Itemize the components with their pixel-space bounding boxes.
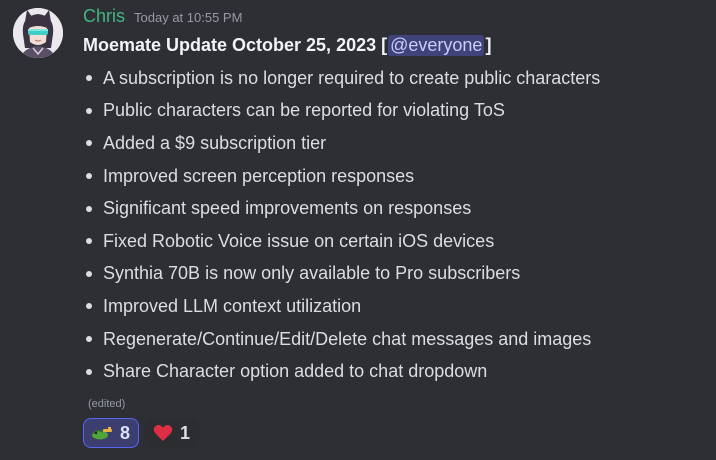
bullet-dot — [86, 303, 92, 310]
list-item-text: A subscription is no longer required to … — [103, 67, 601, 88]
everyone-mention[interactable]: @everyone — [388, 35, 485, 56]
message-header: Chris Today at 10:55 PM — [83, 6, 242, 28]
bullet-dot — [86, 336, 92, 343]
reactions-bar: 8 1 — [83, 418, 200, 448]
list-item: Fixed Robotic Voice issue on certain iOS… — [83, 225, 600, 258]
list-item-text: Fixed Robotic Voice issue on certain iOS… — [103, 230, 495, 251]
bullet-dot — [86, 75, 92, 82]
bullet-dot — [86, 238, 92, 245]
list-item: Improved screen perception responses — [83, 160, 600, 193]
list-item: Regenerate/Continue/Edit/Delete chat mes… — [83, 323, 600, 356]
list-item: A subscription is no longer required to … — [83, 62, 600, 95]
heart-icon — [153, 424, 173, 442]
list-item: Improved LLM context utilization — [83, 290, 600, 323]
bracket-close: ] — [485, 35, 492, 55]
bullet-dot — [86, 205, 92, 212]
bullet-dot — [86, 368, 92, 375]
list-item: Added a $9 subscription tier — [83, 127, 600, 160]
update-list: A subscription is no longer required to … — [83, 62, 600, 388]
list-item-text: Improved LLM context utilization — [103, 295, 362, 316]
bullet-dot — [86, 173, 92, 180]
avatar-image — [13, 8, 63, 58]
message-timestamp: Today at 10:55 PM — [134, 10, 243, 25]
list-item-text: Public characters can be reported for vi… — [103, 100, 505, 121]
list-item-text: Share Character option added to chat dro… — [103, 361, 488, 382]
bracket-open: [ — [381, 35, 388, 55]
bullet-dot — [86, 270, 92, 277]
list-item: Significant speed improvements on respon… — [83, 192, 600, 225]
reaction-frog[interactable]: 8 — [83, 418, 140, 448]
author-name[interactable]: Chris — [83, 6, 125, 27]
list-item-text: Improved screen perception responses — [103, 165, 415, 186]
reaction-heart[interactable]: 1 — [145, 418, 200, 448]
list-item-text: Synthia 70B is now only available to Pro… — [103, 263, 521, 284]
bullet-dot — [86, 140, 92, 147]
reaction-count: 1 — [180, 422, 191, 443]
edited-label: (edited) — [88, 398, 126, 410]
list-item-text: Regenerate/Continue/Edit/Delete chat mes… — [103, 328, 592, 349]
list-item-text: Significant speed improvements on respon… — [103, 198, 472, 219]
frog-icon — [91, 425, 113, 441]
list-item-text: Added a $9 subscription tier — [103, 132, 327, 153]
avatar[interactable] — [13, 8, 63, 58]
list-item: Synthia 70B is now only available to Pro… — [83, 258, 600, 291]
title-text: Moemate Update October 25, 2023 — [83, 35, 382, 55]
list-item: Share Character option added to chat dro… — [83, 355, 600, 388]
chat-message: Chris Today at 10:55 PM Moemate Update O… — [0, 0, 716, 460]
message-title: Moemate Update October 25, 2023 [ @every… — [83, 35, 491, 56]
reaction-count: 8 — [120, 422, 131, 443]
bullet-dot — [86, 107, 92, 114]
list-item: Public characters can be reported for vi… — [83, 95, 600, 128]
